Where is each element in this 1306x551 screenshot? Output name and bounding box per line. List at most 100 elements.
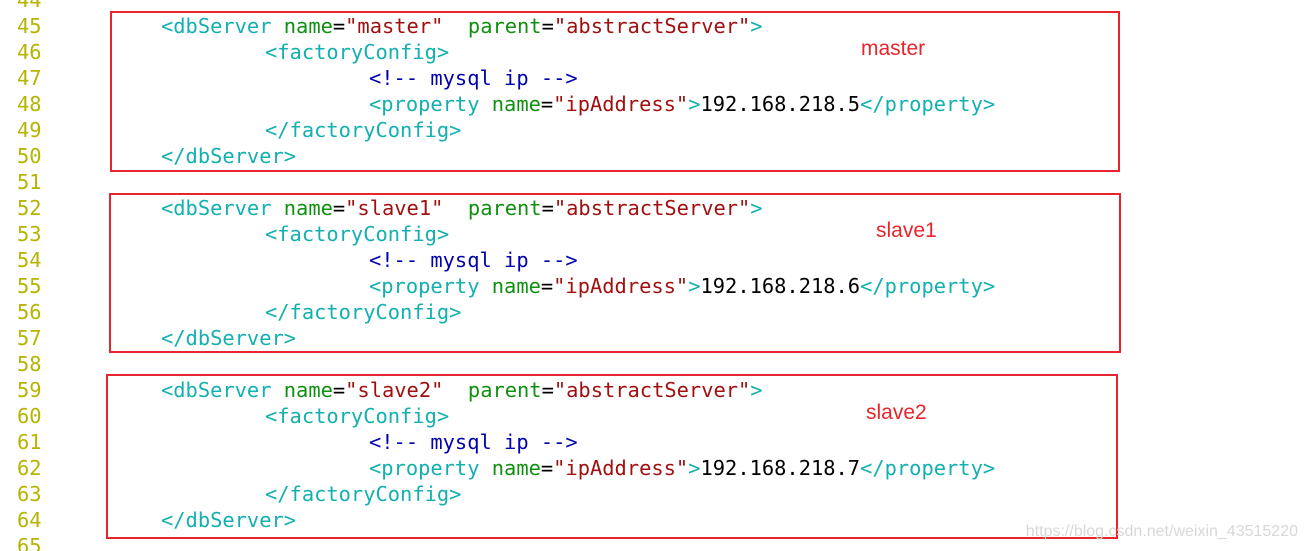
code-token-attr: parent: [443, 14, 542, 38]
line-number: 58: [17, 352, 42, 376]
code-line[interactable]: 45 <dbServer name="master" parent="abstra…: [0, 13, 1306, 39]
code-token-txt: 192.168.218.5: [700, 92, 861, 116]
line-number: 45: [17, 14, 42, 38]
code-token-tag: </factoryConfig>: [265, 300, 462, 324]
code-token-eq: =: [332, 14, 346, 38]
code-token-tag: </property>: [860, 92, 996, 116]
code-token-cmt: <!-- mysql ip -->: [369, 430, 578, 454]
line-number: 62: [17, 456, 42, 480]
code-token-attr: parent: [443, 378, 542, 402]
code-text: <!-- mysql ip -->: [369, 247, 578, 273]
code-line[interactable]: 62 <property name="ipAddress">192.168.218…: [0, 455, 1306, 481]
line-number: 57: [17, 326, 42, 350]
code-text: </factoryConfig>: [265, 117, 461, 143]
code-token-attr: name: [283, 378, 333, 402]
line-number: 56: [17, 300, 42, 324]
line-number: 47: [17, 66, 42, 90]
code-editor[interactable]: 44 45 <dbServer name="master" parent="abst…: [0, 0, 1306, 551]
code-line[interactable]: 50 </dbServer>: [0, 143, 1306, 169]
code-token-eq: =: [332, 378, 346, 402]
code-line[interactable]: 59 <dbServer name="slave2" parent="abstra…: [0, 377, 1306, 403]
code-text: <dbServer name="slave2" parent="abstract…: [161, 377, 763, 403]
annotation-slave2: slave2: [866, 401, 927, 424]
code-token-tag: >: [750, 196, 763, 220]
code-text: </dbServer>: [161, 325, 296, 351]
code-token-tag: <factoryConfig>: [265, 40, 450, 64]
code-token-tag: <factoryConfig>: [265, 404, 450, 428]
code-token-tag: <dbServer: [161, 196, 284, 220]
code-line[interactable]: 60 <factoryConfig>: [0, 403, 1306, 429]
code-token-str: "ipAddress": [553, 92, 689, 116]
code-token-eq: =: [540, 456, 554, 480]
code-token-tag: </dbServer>: [161, 508, 297, 532]
line-number: 53: [17, 222, 42, 246]
code-text: <!-- mysql ip -->: [369, 429, 578, 455]
code-token-str: "abstractServer": [553, 196, 751, 220]
code-line[interactable]: 63 </factoryConfig>: [0, 481, 1306, 507]
code-token-attr: parent: [443, 196, 542, 220]
line-number: 44: [17, 0, 42, 12]
code-line[interactable]: 47 <!-- mysql ip -->: [0, 65, 1306, 91]
code-line[interactable]: 54 <!-- mysql ip -->: [0, 247, 1306, 273]
code-token-tag: </factoryConfig>: [265, 482, 462, 506]
code-text: </dbServer>: [161, 143, 296, 169]
code-line[interactable]: 56 </factoryConfig>: [0, 299, 1306, 325]
line-number: 63: [17, 482, 42, 506]
line-number: 64: [17, 508, 42, 532]
line-number: 50: [17, 144, 42, 168]
code-line[interactable]: 55 <property name="ipAddress">192.168.218…: [0, 273, 1306, 299]
watermark: https://blog.csdn.net/weixin_43515220: [1025, 523, 1298, 540]
code-token-str: "ipAddress": [553, 456, 689, 480]
code-token-eq: =: [541, 14, 554, 38]
line-number: 54: [17, 248, 42, 272]
code-line[interactable]: 53 <factoryConfig>: [0, 221, 1306, 247]
annotation-slave1: slave1: [876, 219, 937, 242]
code-text: <property name="ipAddress">192.168.218.5…: [369, 91, 995, 117]
code-token-str: "slave2": [345, 378, 444, 402]
code-token-tag: </property>: [860, 274, 996, 298]
line-number: 46: [17, 40, 42, 64]
code-text: <property name="ipAddress">192.168.218.7…: [369, 455, 995, 481]
code-token-eq: =: [540, 274, 554, 298]
code-text: <factoryConfig>: [265, 221, 449, 247]
code-token-cmt: <!-- mysql ip -->: [369, 66, 578, 90]
code-token-tag: <property: [369, 274, 492, 298]
code-token-tag: </dbServer>: [161, 144, 297, 168]
code-text: </factoryConfig>: [265, 481, 461, 507]
code-token-tag: >: [750, 378, 763, 402]
code-text: <factoryConfig>: [265, 403, 449, 429]
code-text: </factoryConfig>: [265, 299, 461, 325]
code-token-tag: <property: [369, 92, 492, 116]
code-token-tag: <dbServer: [161, 14, 284, 38]
code-token-str: "master": [345, 14, 444, 38]
code-line[interactable]: 61 <!-- mysql ip -->: [0, 429, 1306, 455]
line-number: 55: [17, 274, 42, 298]
line-number: 51: [17, 170, 42, 194]
code-token-tag: </dbServer>: [161, 326, 297, 350]
code-token-eq: =: [541, 378, 554, 402]
code-line[interactable]: 46 <factoryConfig>: [0, 39, 1306, 65]
code-line[interactable]: 44: [0, 0, 1306, 13]
code-token-str: "slave1": [345, 196, 444, 220]
code-text: </dbServer>: [161, 507, 296, 533]
code-line[interactable]: 57 </dbServer>: [0, 325, 1306, 351]
code-line[interactable]: 48 <property name="ipAddress">192.168.218…: [0, 91, 1306, 117]
line-number: 52: [17, 196, 42, 220]
code-token-attr: name: [283, 14, 333, 38]
code-line[interactable]: 58: [0, 351, 1306, 377]
code-line[interactable]: 52 <dbServer name="slave1" parent="abstra…: [0, 195, 1306, 221]
code-token-tag: <factoryConfig>: [265, 222, 450, 246]
code-token-str: "ipAddress": [553, 274, 689, 298]
code-token-str: "abstractServer": [553, 14, 751, 38]
code-token-tag: >: [688, 274, 701, 298]
code-token-tag: <property: [369, 456, 492, 480]
code-text: <dbServer name="master" parent="abstract…: [161, 13, 763, 39]
code-token-tag: <dbServer: [161, 378, 284, 402]
code-token-attr: name: [283, 196, 333, 220]
code-line[interactable]: 49 </factoryConfig>: [0, 117, 1306, 143]
line-number: 65: [17, 534, 42, 551]
code-token-tag: >: [688, 92, 701, 116]
code-token-tag: </property>: [860, 456, 996, 480]
code-text: <dbServer name="slave1" parent="abstract…: [161, 195, 763, 221]
code-line[interactable]: 51: [0, 169, 1306, 195]
